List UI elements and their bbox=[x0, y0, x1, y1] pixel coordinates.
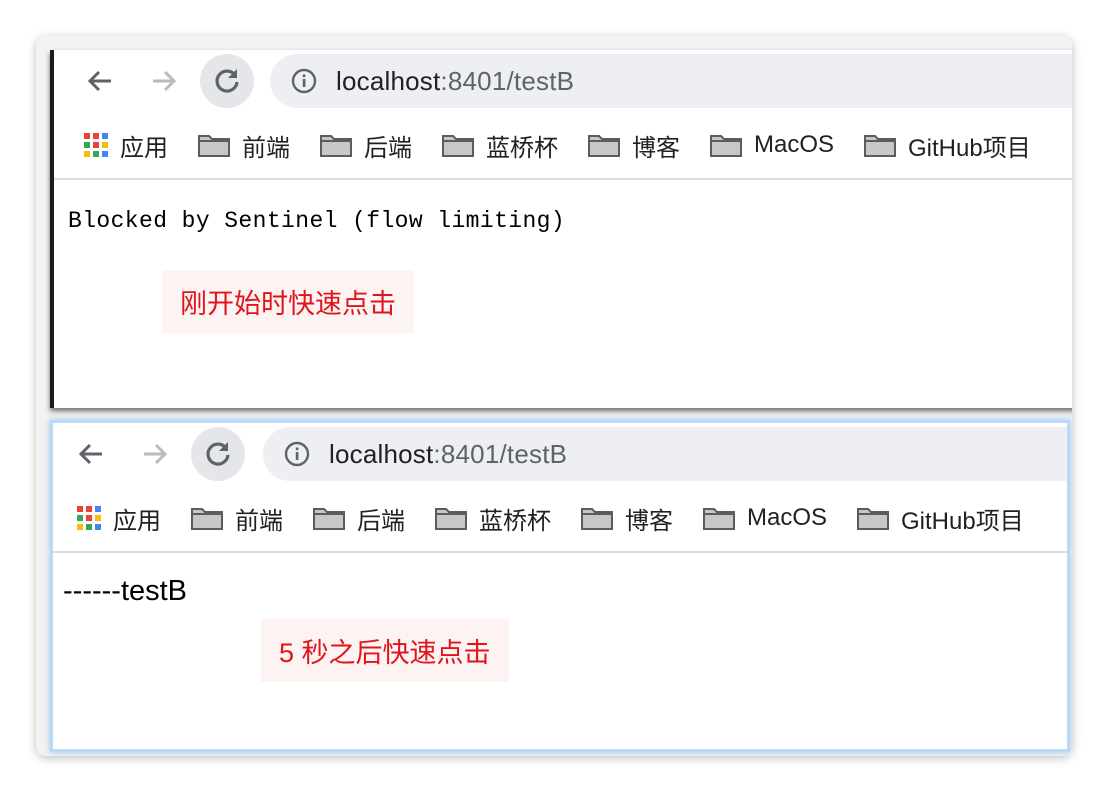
folder-icon bbox=[710, 135, 742, 157]
url-text: localhost:8401/testB bbox=[329, 438, 568, 469]
back-button[interactable] bbox=[82, 63, 118, 99]
bookmark-folder[interactable]: 后端 bbox=[313, 501, 405, 536]
reload-button[interactable] bbox=[200, 54, 254, 108]
folder-icon bbox=[198, 135, 230, 157]
bookmark-folder[interactable]: 博客 bbox=[581, 501, 673, 536]
folder-icon bbox=[581, 508, 613, 530]
reload-button[interactable] bbox=[191, 427, 245, 481]
browser-window-top: localhost:8401/testB 应用 前端 后端 蓝桥杯 博客 Mac… bbox=[50, 50, 1072, 408]
bookmark-apps[interactable]: 应用 bbox=[77, 501, 161, 536]
response-text: ------testB bbox=[63, 575, 188, 607]
url-text: localhost:8401/testB bbox=[336, 65, 575, 96]
folder-icon bbox=[191, 508, 223, 530]
browser-toolbar: localhost:8401/testB bbox=[53, 423, 1067, 485]
bookmark-folder[interactable]: MacOS bbox=[703, 504, 827, 532]
back-arrow-icon bbox=[87, 70, 111, 92]
bookmark-folder[interactable]: 后端 bbox=[320, 128, 412, 163]
bookmark-folder[interactable]: GitHub项目 bbox=[864, 128, 1031, 163]
folder-icon bbox=[313, 508, 345, 530]
browser-toolbar: localhost:8401/testB bbox=[54, 50, 1072, 112]
folder-icon bbox=[864, 135, 897, 157]
bookmark-folder[interactable]: MacOS bbox=[710, 131, 834, 159]
address-bar[interactable]: localhost:8401/testB bbox=[263, 427, 1067, 481]
reload-icon bbox=[206, 442, 230, 466]
bookmark-folder[interactable]: 蓝桥杯 bbox=[435, 501, 551, 536]
forward-button[interactable] bbox=[146, 63, 182, 99]
blocked-message: Blocked by Sentinel (flow limiting) bbox=[68, 208, 566, 234]
folder-icon bbox=[857, 508, 890, 530]
browser-window-bottom: localhost:8401/testB 应用 前端 后端 蓝桥杯 博客 Mac… bbox=[50, 420, 1070, 752]
bookmark-folder[interactable]: 前端 bbox=[198, 128, 290, 163]
bookmark-folder[interactable]: 蓝桥杯 bbox=[442, 128, 558, 163]
folder-icon bbox=[588, 135, 620, 157]
back-arrow-icon bbox=[78, 443, 102, 465]
info-icon[interactable] bbox=[290, 67, 318, 95]
forward-arrow-icon bbox=[144, 443, 168, 465]
bookmark-folder[interactable]: 前端 bbox=[191, 501, 283, 536]
folder-icon bbox=[435, 508, 467, 530]
apps-grid-icon bbox=[84, 133, 108, 157]
reload-icon bbox=[215, 69, 239, 93]
folder-icon bbox=[703, 508, 735, 530]
bookmarks-bar: 应用 前端 后端 蓝桥杯 博客 MacOS GitHub项目 bbox=[54, 112, 1072, 180]
back-button[interactable] bbox=[73, 436, 109, 472]
apps-grid-icon bbox=[77, 506, 101, 530]
address-bar[interactable]: localhost:8401/testB bbox=[270, 54, 1072, 108]
forward-button[interactable] bbox=[137, 436, 173, 472]
bookmark-folder[interactable]: GitHub项目 bbox=[857, 501, 1024, 536]
bookmarks-bar: 应用 前端 后端 蓝桥杯 博客 MacOS GitHub项目 bbox=[53, 485, 1067, 553]
bookmark-apps[interactable]: 应用 bbox=[84, 128, 168, 163]
info-icon[interactable] bbox=[283, 440, 311, 468]
annotation-label: 刚开始时快速点击 bbox=[162, 270, 414, 333]
bookmark-folder[interactable]: 博客 bbox=[588, 128, 680, 163]
folder-icon bbox=[442, 135, 474, 157]
screenshot-frame: localhost:8401/testB 应用 前端 后端 蓝桥杯 博客 Mac… bbox=[36, 36, 1072, 756]
folder-icon bbox=[320, 135, 352, 157]
annotation-label: 5 秒之后快速点击 bbox=[261, 619, 509, 682]
forward-arrow-icon bbox=[153, 70, 177, 92]
